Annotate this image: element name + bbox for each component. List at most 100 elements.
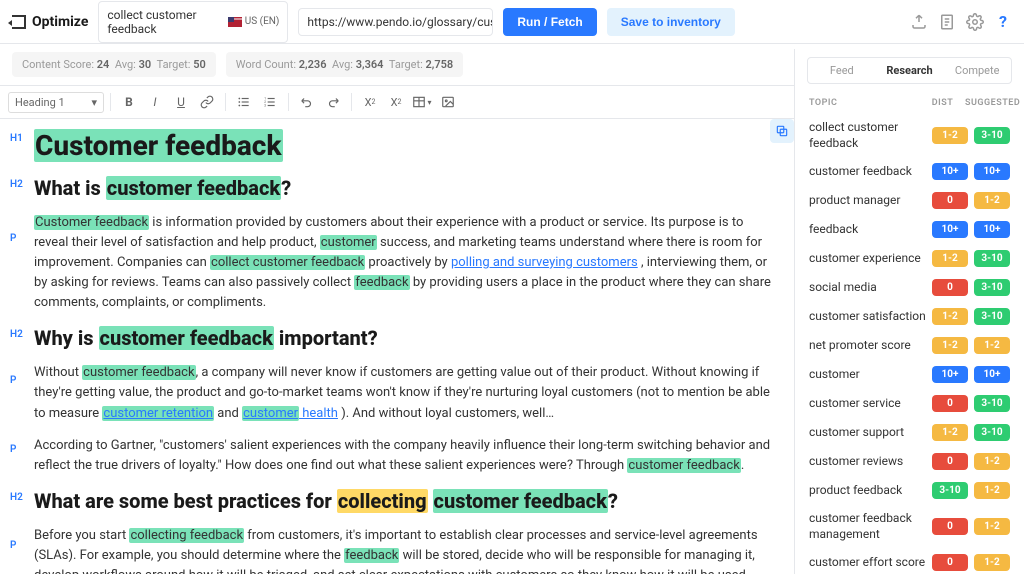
topic-row[interactable]: customer satisfaction1-23-10 bbox=[795, 302, 1024, 331]
suggested-badge: 3-10 bbox=[974, 127, 1010, 144]
suggested-badge: 1-2 bbox=[974, 337, 1010, 354]
heading-2[interactable]: What are some best practices for collect… bbox=[34, 488, 618, 514]
topic-name: product feedback bbox=[809, 483, 926, 499]
link[interactable]: polling and surveying customers bbox=[451, 255, 638, 270]
heading-1[interactable]: Customer feedback bbox=[34, 129, 283, 163]
dist-badge: 10+ bbox=[932, 163, 968, 180]
topic-name: social media bbox=[809, 280, 926, 296]
flag-icon bbox=[228, 17, 242, 27]
app-logo: Optimize bbox=[12, 14, 88, 30]
suggested-badge: 1-2 bbox=[974, 482, 1010, 499]
help-icon[interactable]: ? bbox=[994, 13, 1012, 31]
underline-button[interactable]: U bbox=[169, 90, 193, 114]
dist-badge: 1-2 bbox=[932, 337, 968, 354]
tab-research[interactable]: Research bbox=[876, 58, 944, 83]
topic-row[interactable]: customer service 0 3-10 bbox=[795, 389, 1024, 418]
paragraph[interactable]: Before you start collecting feedback fro… bbox=[34, 526, 776, 574]
topic-name: customer reviews bbox=[809, 454, 926, 470]
suggested-badge: 3-10 bbox=[974, 395, 1010, 412]
heading-2[interactable]: Why is customer feedback important? bbox=[34, 325, 378, 351]
tab-feed[interactable]: Feed bbox=[808, 58, 876, 83]
chevron-down-icon: ▾ bbox=[91, 96, 97, 109]
paragraph[interactable]: Customer feedback is information provide… bbox=[34, 213, 776, 314]
bullet-list-button[interactable] bbox=[232, 90, 256, 114]
topic-name: customer effort score bbox=[809, 555, 926, 571]
dist-badge: 1-2 bbox=[932, 424, 968, 441]
dist-badge: 10+ bbox=[932, 366, 968, 383]
tag-h1: H1 bbox=[10, 133, 23, 144]
topic-row[interactable]: customer experience1-23-10 bbox=[795, 244, 1024, 273]
topic-row[interactable]: social media03-10 bbox=[795, 273, 1024, 302]
document-icon[interactable] bbox=[938, 13, 956, 31]
topic-row[interactable]: customer10+10+ bbox=[795, 360, 1024, 389]
topic-name: customer service bbox=[809, 396, 926, 412]
dist-badge: 0 bbox=[932, 192, 968, 209]
suggested-badge: 1-2 bbox=[974, 192, 1010, 209]
sidebar: Feed Research Compete TOPIC DIST SUGGEST… bbox=[794, 49, 1024, 574]
dist-badge: 0 bbox=[932, 453, 968, 470]
word-count-metric: Word Count: 2,236 Avg: 3,364 Target: 2,7… bbox=[226, 52, 463, 77]
run-fetch-button[interactable]: Run / Fetch bbox=[503, 8, 596, 36]
content-score-metric: Content Score: 24 Avg: 30 Target: 50 bbox=[12, 52, 216, 77]
link-button[interactable] bbox=[195, 90, 219, 114]
topic-row[interactable]: customer reviews 0 1-2 bbox=[795, 447, 1024, 476]
topic-name: customer feedback bbox=[809, 164, 926, 180]
tag-h2: H2 bbox=[10, 179, 23, 190]
dist-badge: 10+ bbox=[932, 221, 968, 238]
suggested-badge: 3-10 bbox=[974, 308, 1010, 325]
topic-row[interactable]: collect customer feedback1-23-10 bbox=[795, 114, 1024, 157]
topic-row[interactable]: customer feedback management01-2 bbox=[795, 505, 1024, 548]
suggested-badge: 10+ bbox=[974, 163, 1010, 180]
numbered-list-button[interactable]: 123 bbox=[258, 90, 282, 114]
topic-row[interactable]: product manager 0 1-2 bbox=[795, 186, 1024, 215]
tag-p: P bbox=[10, 375, 16, 386]
topic-row[interactable]: customer support1-23-10 bbox=[795, 418, 1024, 447]
dist-badge: 3-10 bbox=[932, 482, 968, 499]
suggested-badge: 3-10 bbox=[974, 279, 1010, 296]
app-title: Optimize bbox=[32, 14, 88, 30]
redo-button[interactable] bbox=[321, 90, 345, 114]
tag-h2: H2 bbox=[10, 329, 23, 340]
locale-badge[interactable]: US (EN) bbox=[228, 16, 280, 27]
heading-2[interactable]: What is customer feedback? bbox=[34, 175, 291, 201]
undo-button[interactable] bbox=[295, 90, 319, 114]
topics-list[interactable]: collect customer feedback1-23-10customer… bbox=[795, 114, 1024, 574]
editor-area: Heading 1▾ B I U 123 X2 X2 ▾ H1 Customer… bbox=[0, 85, 794, 574]
topic-row[interactable]: customer feedback 10+ 10+ bbox=[795, 157, 1024, 186]
bold-button[interactable]: B bbox=[117, 90, 141, 114]
dist-badge: 0 bbox=[932, 395, 968, 412]
table-button[interactable]: ▾ bbox=[410, 90, 434, 114]
paragraph[interactable]: Without customer feedback, a company wil… bbox=[34, 363, 776, 423]
heading-select[interactable]: Heading 1▾ bbox=[8, 92, 104, 113]
italic-button[interactable]: I bbox=[143, 90, 167, 114]
settings-icon[interactable] bbox=[966, 13, 984, 31]
url-input[interactable]: https://www.pendo.io/glossary/customer-f… bbox=[298, 8, 493, 36]
topic-row[interactable]: feedback 10+ 10+ bbox=[795, 215, 1024, 244]
paragraph[interactable]: According to Gartner, "customers' salien… bbox=[34, 436, 776, 476]
editor-toolbar: Heading 1▾ B I U 123 X2 X2 ▾ bbox=[0, 85, 794, 119]
topic-row[interactable]: net promoter score1-21-2 bbox=[795, 331, 1024, 360]
sidebar-header: TOPIC DIST SUGGESTED bbox=[795, 92, 1024, 114]
suggested-badge: 3-10 bbox=[974, 250, 1010, 267]
editor-content[interactable]: H1 Customer feedback H2 What is customer… bbox=[0, 119, 794, 574]
superscript-button[interactable]: X2 bbox=[384, 90, 408, 114]
topic-name: customer feedback management bbox=[809, 511, 926, 542]
topic-name: customer bbox=[809, 367, 926, 383]
topic-name: product manager bbox=[809, 193, 926, 209]
dist-badge: 1-2 bbox=[932, 127, 968, 144]
topic-row[interactable]: product feedback 3-10 1-2 bbox=[795, 476, 1024, 505]
suggested-badge: 1-2 bbox=[974, 453, 1010, 470]
topbar: Optimize collect customer feedback US (E… bbox=[0, 0, 1024, 44]
logo-icon bbox=[12, 15, 26, 29]
tab-compete[interactable]: Compete bbox=[943, 58, 1011, 83]
svg-text:3: 3 bbox=[264, 104, 266, 108]
save-inventory-button[interactable]: Save to inventory bbox=[607, 8, 735, 36]
export-icon[interactable] bbox=[910, 13, 928, 31]
sidebar-tabs: Feed Research Compete bbox=[807, 57, 1012, 84]
suggested-badge: 10+ bbox=[974, 221, 1010, 238]
subscript-button[interactable]: X2 bbox=[358, 90, 382, 114]
image-button[interactable] bbox=[436, 90, 460, 114]
topic-row[interactable]: customer effort score01-2 bbox=[795, 548, 1024, 574]
keyword-input[interactable]: collect customer feedback US (EN) bbox=[98, 1, 288, 43]
topic-name: feedback bbox=[809, 222, 926, 238]
